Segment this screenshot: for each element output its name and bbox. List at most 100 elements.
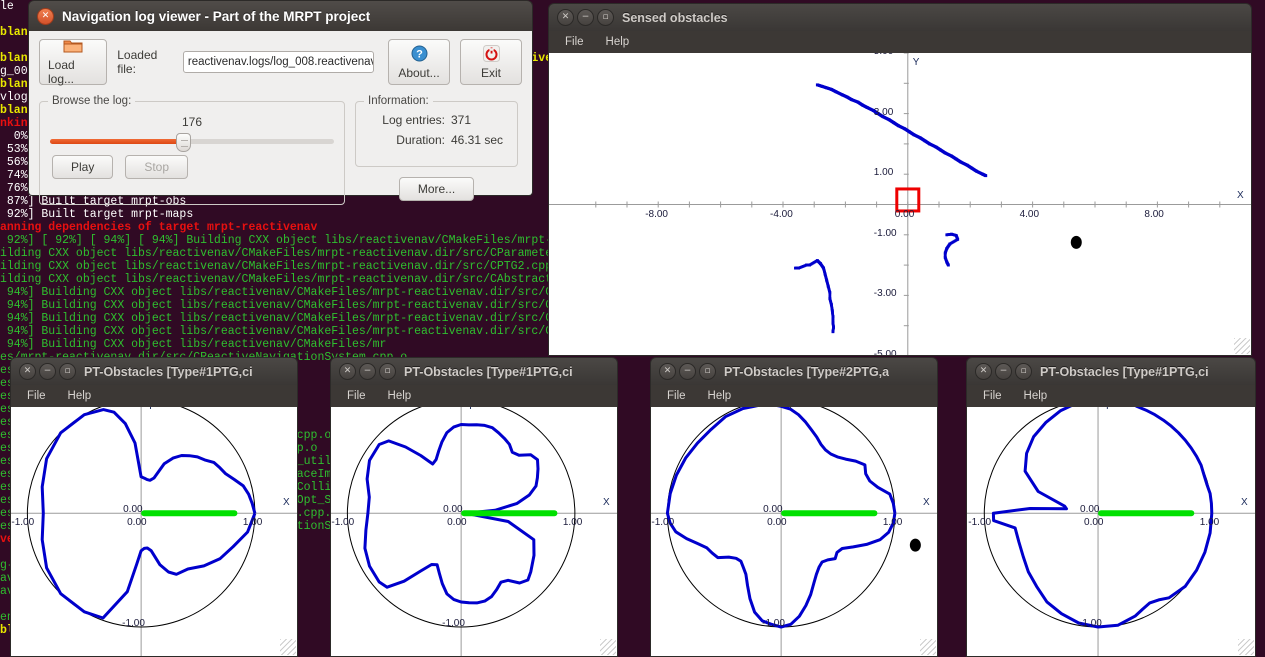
pt-obstacles-plot[interactable]: -1.000.001.001.000.00-1.00YX [966,407,1256,657]
svg-text:?: ? [416,48,423,60]
x-tick-label-max: 1.00 [243,517,262,528]
x-axis-name: X [603,497,610,508]
minimize-icon[interactable]: − [679,363,696,380]
menu-file[interactable]: File [975,388,1010,404]
y-tick-label: -3.00 [874,288,897,299]
sensed-window-menubar: File Help [548,31,1252,53]
pt-obstacles-window-1: ✕−▫ PT-Obstacles [Type#1PTG,ci File Help -1.… [10,357,298,657]
menu-help[interactable]: Help [598,34,638,50]
x-tick-label-min: -1.00 [968,517,991,528]
duration-value: 46.31 sec [451,133,509,147]
y-axis-name: Y [467,407,474,412]
duration-label: Duration: [396,133,445,147]
maximize-icon[interactable]: ▫ [1015,363,1032,380]
pt-window-titlebar[interactable]: ✕−▫PT-Obstacles [Type#1PTG,ci [966,357,1256,385]
menu-help[interactable]: Help [380,388,420,404]
about-button[interactable]: ? About... [388,39,450,85]
pt-obstacles-window-3: ✕−▫ PT-Obstacles [Type#2PTG,a File Help -1.0… [650,357,938,657]
x-tick-label-zero: 0.00 [767,517,786,528]
nav-window-titlebar[interactable]: ✕ Navigation log viewer - Part of the MR… [28,0,533,31]
pt-window-titlebar[interactable]: ✕−▫ PT-Obstacles [Type#1PTG,ci [10,357,298,385]
sensed-window-titlebar[interactable]: ✕ − ▫ Sensed obstacles [548,3,1252,31]
nav-panels: Browse the log: 176 Play Stop Informatio… [39,95,522,205]
menu-help[interactable]: Help [1016,388,1056,404]
x-axis-name: X [1241,497,1248,508]
loaded-file-input[interactable]: reactivenav.logs/log_008.reactivenavl [183,51,374,73]
minimize-icon[interactable]: − [359,363,376,380]
sensed-obstacles-window: ✕ − ▫ Sensed obstacles File Help -8.00-4… [548,3,1252,356]
pt-window-title: PT-Obstacles [Type#1PTG,ci [84,365,253,379]
menu-file[interactable]: File [339,388,374,404]
minimize-icon[interactable]: − [39,363,56,380]
resize-grip[interactable] [280,639,296,655]
pt-window-titlebar[interactable]: ✕−▫ PT-Obstacles [Type#2PTG,a [650,357,938,385]
sensed-obstacles-plot[interactable]: -8.00-4.000.004.008.005.003.001.00-1.00-… [548,53,1252,356]
x-axis-name: X [283,497,290,508]
load-log-button[interactable]: Load log... [39,39,107,85]
slider-knob[interactable] [176,133,191,152]
minimize-icon[interactable]: − [995,363,1012,380]
minimize-icon[interactable]: − [577,9,594,26]
y-tick-label: 1.00 [874,167,893,178]
target-point-marker [1071,236,1082,249]
menu-help[interactable]: Help [700,388,740,404]
close-icon[interactable]: ✕ [557,9,574,26]
info-column: Information: Log entries: 371 Duration: … [355,95,518,205]
pt-window-titlebar[interactable]: ✕−▫PT-Obstacles [Type#1PTG,ci [330,357,618,385]
x-tick-label-min: -1.00 [331,517,354,528]
pt-obstacles-plot[interactable]: -1.000.001.001.000.00-1.00YX [10,407,298,657]
resize-grip[interactable] [600,639,616,655]
y-tick-label-max: 1.00 [1081,407,1100,408]
menu-file[interactable]: File [659,388,694,404]
nav-window-buttons: ✕ [37,8,54,25]
x-tick-label: -8.00 [645,209,668,220]
maximize-icon[interactable]: ▫ [597,9,614,26]
resize-grip[interactable] [920,639,936,655]
about-label: About... [398,66,439,80]
maximize-icon[interactable]: ▫ [59,363,76,380]
information-legend: Information: [364,95,433,107]
sensed-window-title: Sensed obstacles [622,11,728,25]
y-tick-label-max: 1.00 [444,407,463,408]
log-position-slider[interactable] [50,133,334,149]
exit-button[interactable]: Exit [460,39,522,85]
play-button[interactable]: Play [52,155,113,179]
maximize-icon[interactable]: ▫ [379,363,396,380]
sensed-window-buttons: ✕ − ▫ [557,9,614,26]
information-group: Information: Log entries: 371 Duration: … [355,95,518,167]
y-axis-name: Y [147,407,154,412]
x-tick-label-min: -1.00 [651,517,674,528]
menu-file[interactable]: File [557,34,592,50]
help-icon: ? [411,45,428,65]
nav-window-body: Load log... Loaded file: reactivenav.log… [28,31,533,196]
origin-label: 0.00 [763,504,782,515]
close-icon[interactable]: ✕ [659,363,676,380]
pt-plot-svg [651,407,937,657]
close-icon[interactable]: ✕ [339,363,356,380]
x-tick-label-min: -1.00 [11,517,34,528]
power-icon [483,45,500,65]
y-tick-label: 5.00 [874,53,893,57]
pt-plot-svg [967,407,1255,657]
close-icon[interactable]: ✕ [37,8,54,25]
nav-window-title: Navigation log viewer - Part of the MRPT… [62,9,370,24]
pt-obstacles-plot[interactable]: -1.000.001.001.000.00-1.00YX [330,407,618,657]
close-icon[interactable]: ✕ [19,363,36,380]
origin-label: 0.00 [443,504,462,515]
maximize-icon[interactable]: ▫ [699,363,716,380]
pt-obstacles-plot[interactable]: -1.000.001.001.000.00-1.00YX [650,407,938,657]
y-tick-label-max: 1.00 [124,407,143,408]
menu-file[interactable]: File [19,388,54,404]
resize-grip[interactable] [1234,338,1250,354]
y-tick-label-min: -1.00 [762,618,785,629]
x-tick-label-max: 1.00 [1200,517,1219,528]
y-tick-label: 3.00 [874,107,893,118]
close-icon[interactable]: ✕ [975,363,992,380]
slider-value-label: 176 [48,115,336,129]
pt-window-title: PT-Obstacles [Type#2PTG,a [724,365,889,379]
x-tick-label: 0.00 [895,209,914,220]
resize-grip[interactable] [1238,639,1254,655]
exit-label: Exit [481,66,501,80]
more-button[interactable]: More... [399,177,474,201]
menu-help[interactable]: Help [60,388,100,404]
